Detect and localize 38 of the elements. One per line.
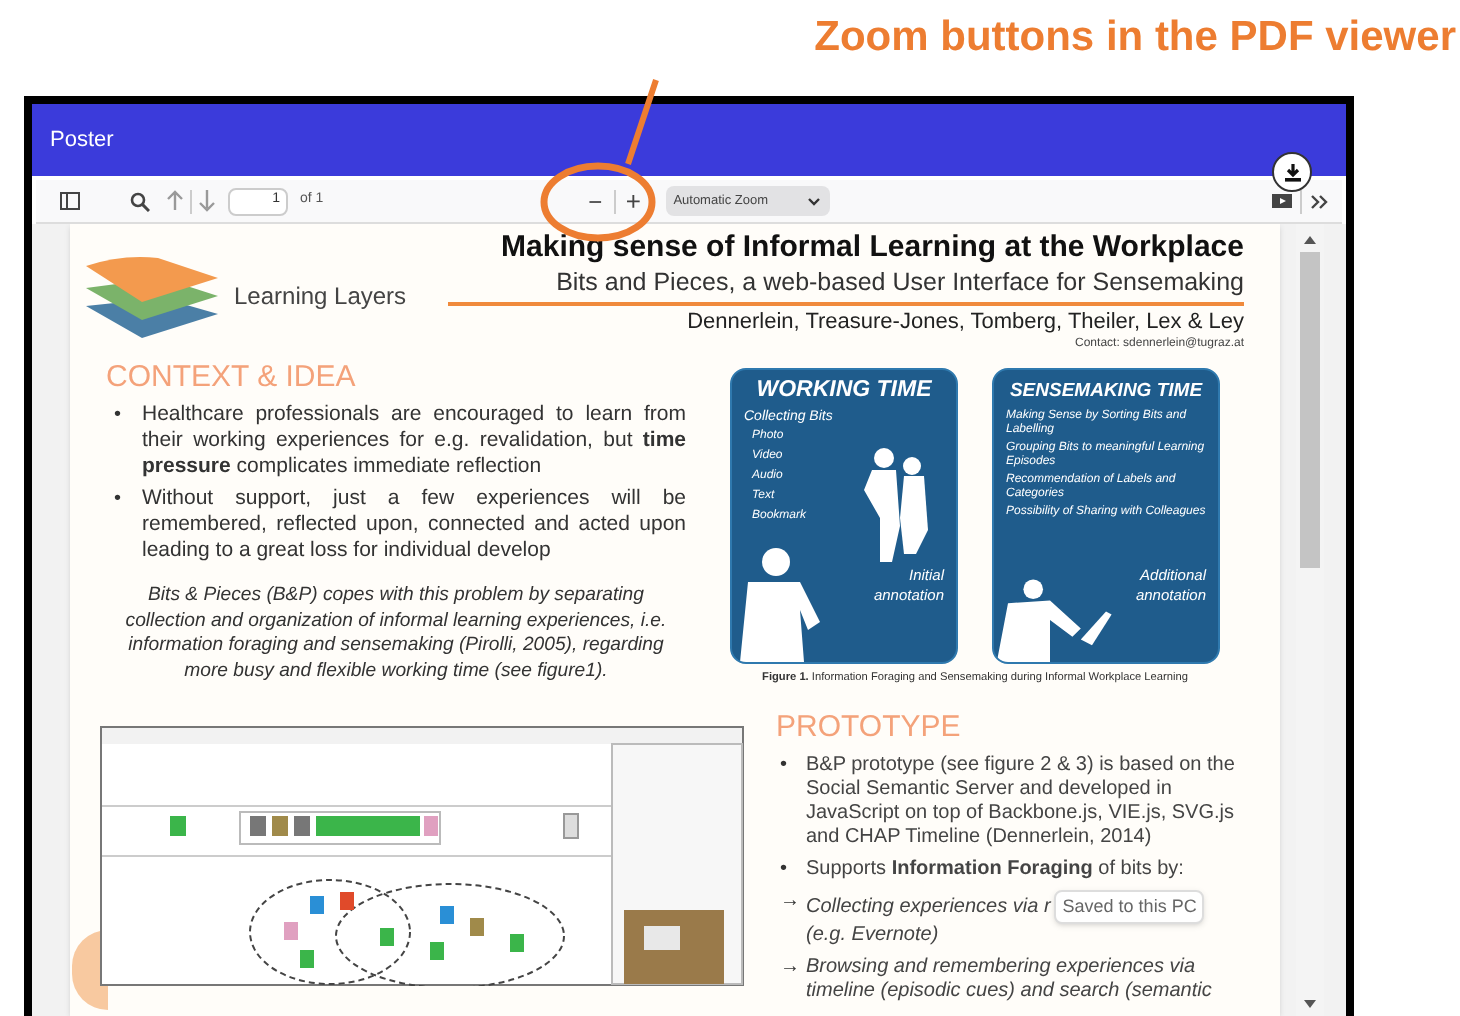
window-title: Poster: [50, 125, 114, 156]
caret-icon: [807, 197, 820, 205]
bullet-mark: •: [780, 858, 790, 882]
scroll-up-icon[interactable]: [1304, 236, 1316, 244]
poster-subtitle: Bits and Pieces, a web-based User Interface for Sensemaking: [448, 266, 1244, 306]
bullet-text: Collecting experiences via r: [806, 895, 1051, 919]
bullet-mark: •: [114, 486, 124, 514]
bullet-mark: •: [780, 754, 790, 780]
presentation-mode-icon[interactable]: [1272, 192, 1292, 210]
tooltip: Saved to this PC: [1054, 890, 1205, 924]
previous-page-icon[interactable]: [166, 190, 184, 212]
scrollbar-thumb[interactable]: [1300, 252, 1320, 568]
logo-text: Learning Layers: [234, 280, 407, 314]
card-heading: WORKING TIME: [754, 378, 934, 404]
annotation-label: Zoom buttons in the PDF viewer: [814, 12, 1456, 64]
section-heading: PROTOTYPE: [776, 710, 963, 746]
bullet-mark: •: [114, 402, 124, 430]
tools-menu-icon[interactable]: [1310, 193, 1330, 209]
bullet-text: Healthcare professionals are encouraged to learn from their working experiences for e.g. revalidation, but time pressure complicates immediate reflection: [142, 402, 686, 480]
summary-paragraph: Bits & Pieces (B&P) copes with this problem by separating collection and organization of informal learning experiences, i.e. information foraging and sensemaking (Pirolli, 2005), regarding more busy and flexible working time (see figure1).: [123, 584, 669, 684]
bullet-mark: →: [780, 956, 802, 982]
search-icon[interactable]: [130, 191, 150, 211]
card-heading: SENSEMAKING TIME: [1007, 378, 1205, 404]
bullet-text: (e.g. Evernote): [806, 924, 941, 948]
scroll-down-icon[interactable]: [1304, 1000, 1316, 1008]
section-heading: CONTEXT & IDEA: [106, 360, 358, 396]
zoom-in-button[interactable]: +: [619, 187, 648, 215]
poster-authors: Dennerlein, Treasure-Jones, Tomberg, Theiler, Lex & Ley: [687, 308, 1244, 336]
bullet-text: B&P prototype (see figure 2 & 3) is based on the Social Semantic Server and developed in JavaScript on top of Backbone.js, VIE.js, SVG.js and CHAP Timeline (Dennerlein, 2014): [806, 754, 1237, 850]
bullet-text: Browsing and remembering experiences via timeline (episodic cues) and search (semantic: [806, 956, 1214, 1004]
zoom-out-button[interactable]: −: [581, 187, 610, 215]
bullet-text: Supports Information Foraging of bits by:: [806, 858, 1184, 882]
poster-title: Making sense of Informal Learning at the Workplace: [501, 230, 1244, 266]
bullet-mark: →: [780, 890, 802, 916]
download-icon: [1283, 163, 1301, 181]
sidebar-toggle-icon[interactable]: [60, 192, 80, 210]
bullet-text: Without support, just a few experiences will be remembered, reflected upon, connected and acted upon leading to a great loss for individual develop: [142, 486, 686, 564]
next-page-icon[interactable]: [198, 190, 216, 212]
